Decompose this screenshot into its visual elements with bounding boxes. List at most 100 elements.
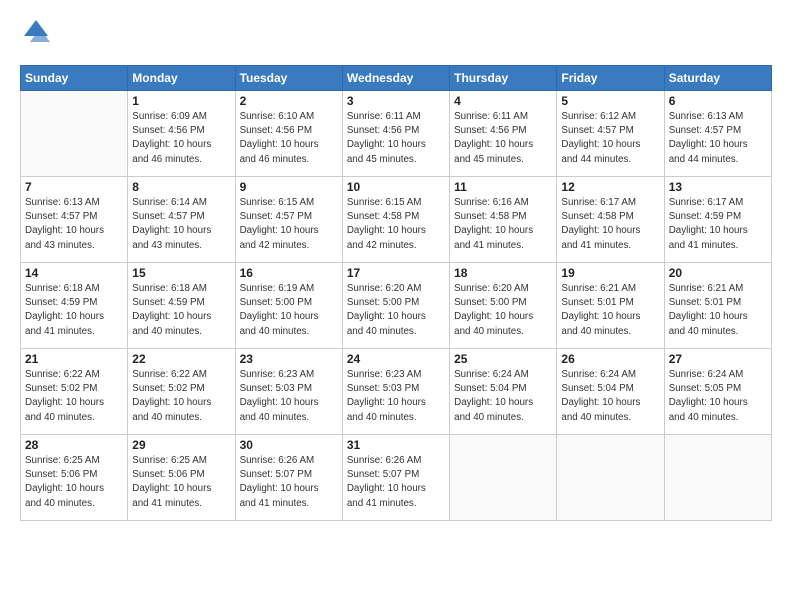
day-info: Sunrise: 6:13 AM Sunset: 4:57 PM Dayligh… bbox=[25, 196, 123, 253]
day-info: Sunrise: 6:23 AM Sunset: 5:03 PM Dayligh… bbox=[347, 368, 445, 425]
day-info: Sunrise: 6:24 AM Sunset: 5:04 PM Dayligh… bbox=[454, 368, 552, 425]
day-info: Sunrise: 6:25 AM Sunset: 5:06 PM Dayligh… bbox=[25, 454, 123, 511]
day-info: Sunrise: 6:11 AM Sunset: 4:56 PM Dayligh… bbox=[454, 110, 552, 167]
weekday-header-monday: Monday bbox=[128, 66, 235, 91]
day-number: 30 bbox=[240, 438, 338, 452]
day-number: 26 bbox=[561, 352, 659, 366]
calendar-cell: 13Sunrise: 6:17 AM Sunset: 4:59 PM Dayli… bbox=[664, 177, 771, 263]
day-info: Sunrise: 6:15 AM Sunset: 4:57 PM Dayligh… bbox=[240, 196, 338, 253]
day-number: 18 bbox=[454, 266, 552, 280]
day-info: Sunrise: 6:16 AM Sunset: 4:58 PM Dayligh… bbox=[454, 196, 552, 253]
calendar-cell: 26 Sunrise: 6:24 AM Sunset: 5:04 PM Dayli… bbox=[557, 349, 664, 435]
day-number: 29 bbox=[132, 438, 230, 452]
calendar-cell: 18 Sunrise: 6:20 AM Sunset: 5:00 PM Dayli… bbox=[450, 263, 557, 349]
day-info: Sunrise: 6:21 AM Sunset: 5:01 PM Dayligh… bbox=[561, 282, 659, 339]
day-info: Sunrise: 6:26 AM Sunset: 5:07 PM Dayligh… bbox=[347, 454, 445, 511]
calendar-cell: 29 Sunrise: 6:25 AM Sunset: 5:06 PM Dayli… bbox=[128, 435, 235, 521]
calendar-cell: 12 Sunrise: 6:17 AM Sunset: 4:58 PM Dayli… bbox=[557, 177, 664, 263]
week-row-2: 14 Sunrise: 6:18 AM Sunset: 4:59 PM Dayli… bbox=[21, 263, 772, 349]
day-info: Sunrise: 6:11 AM Sunset: 4:56 PM Dayligh… bbox=[347, 110, 445, 167]
day-number: 5 bbox=[561, 94, 659, 108]
day-info: Sunrise: 6:15 AM Sunset: 4:58 PM Dayligh… bbox=[347, 196, 445, 253]
day-number: 9 bbox=[240, 180, 338, 194]
day-info: Sunrise: 6:17 AM Sunset: 4:59 PM Dayligh… bbox=[669, 196, 767, 253]
day-info: Sunrise: 6:26 AM Sunset: 5:07 PM Dayligh… bbox=[240, 454, 338, 511]
week-row-3: 21Sunrise: 6:22 AM Sunset: 5:02 PM Dayli… bbox=[21, 349, 772, 435]
day-info: Sunrise: 6:21 AM Sunset: 5:01 PM Dayligh… bbox=[669, 282, 767, 339]
day-number: 28 bbox=[25, 438, 123, 452]
day-info: Sunrise: 6:12 AM Sunset: 4:57 PM Dayligh… bbox=[561, 110, 659, 167]
weekday-header-wednesday: Wednesday bbox=[342, 66, 449, 91]
calendar-cell: 9 Sunrise: 6:15 AM Sunset: 4:57 PM Daylig… bbox=[235, 177, 342, 263]
calendar-cell bbox=[664, 435, 771, 521]
day-number: 4 bbox=[454, 94, 552, 108]
calendar-cell: 24 Sunrise: 6:23 AM Sunset: 5:03 PM Dayli… bbox=[342, 349, 449, 435]
logo bbox=[20, 16, 54, 53]
week-row-0: 1 Sunrise: 6:09 AM Sunset: 4:56 PM Daylig… bbox=[21, 91, 772, 177]
calendar-cell: 6 Sunrise: 6:13 AM Sunset: 4:57 PM Daylig… bbox=[664, 91, 771, 177]
calendar-cell: 25 Sunrise: 6:24 AM Sunset: 5:04 PM Dayli… bbox=[450, 349, 557, 435]
calendar-cell: 31 Sunrise: 6:26 AM Sunset: 5:07 PM Dayli… bbox=[342, 435, 449, 521]
day-number: 2 bbox=[240, 94, 338, 108]
day-number: 14 bbox=[25, 266, 123, 280]
calendar-cell: 2 Sunrise: 6:10 AM Sunset: 4:56 PM Daylig… bbox=[235, 91, 342, 177]
day-number: 20 bbox=[669, 266, 767, 280]
calendar-cell: 4 Sunrise: 6:11 AM Sunset: 4:56 PM Daylig… bbox=[450, 91, 557, 177]
day-info: Sunrise: 6:24 AM Sunset: 5:04 PM Dayligh… bbox=[561, 368, 659, 425]
calendar-cell: 30 Sunrise: 6:26 AM Sunset: 5:07 PM Dayli… bbox=[235, 435, 342, 521]
calendar-cell: 17 Sunrise: 6:20 AM Sunset: 5:00 PM Dayli… bbox=[342, 263, 449, 349]
day-info: Sunrise: 6:22 AM Sunset: 5:02 PM Dayligh… bbox=[132, 368, 230, 425]
calendar-cell: 5 Sunrise: 6:12 AM Sunset: 4:57 PM Daylig… bbox=[557, 91, 664, 177]
day-number: 31 bbox=[347, 438, 445, 452]
calendar-cell: 10 Sunrise: 6:15 AM Sunset: 4:58 PM Dayli… bbox=[342, 177, 449, 263]
calendar-cell: 1 Sunrise: 6:09 AM Sunset: 4:56 PM Daylig… bbox=[128, 91, 235, 177]
calendar-cell: 27Sunrise: 6:24 AM Sunset: 5:05 PM Dayli… bbox=[664, 349, 771, 435]
day-info: Sunrise: 6:20 AM Sunset: 5:00 PM Dayligh… bbox=[454, 282, 552, 339]
day-number: 11 bbox=[454, 180, 552, 194]
day-number: 24 bbox=[347, 352, 445, 366]
day-info: Sunrise: 6:18 AM Sunset: 4:59 PM Dayligh… bbox=[132, 282, 230, 339]
day-number: 3 bbox=[347, 94, 445, 108]
day-info: Sunrise: 6:10 AM Sunset: 4:56 PM Dayligh… bbox=[240, 110, 338, 167]
calendar-table: SundayMondayTuesdayWednesdayThursdayFrid… bbox=[20, 65, 772, 521]
page-container: SundayMondayTuesdayWednesdayThursdayFrid… bbox=[0, 0, 792, 531]
weekday-header-tuesday: Tuesday bbox=[235, 66, 342, 91]
weekday-header-row: SundayMondayTuesdayWednesdayThursdayFrid… bbox=[21, 66, 772, 91]
day-info: Sunrise: 6:22 AM Sunset: 5:02 PM Dayligh… bbox=[25, 368, 123, 425]
day-info: Sunrise: 6:25 AM Sunset: 5:06 PM Dayligh… bbox=[132, 454, 230, 511]
calendar-cell: 20 Sunrise: 6:21 AM Sunset: 5:01 PM Dayli… bbox=[664, 263, 771, 349]
logo-icon bbox=[20, 16, 52, 53]
calendar-cell: 11 Sunrise: 6:16 AM Sunset: 4:58 PM Dayli… bbox=[450, 177, 557, 263]
day-number: 25 bbox=[454, 352, 552, 366]
calendar-cell: 8Sunrise: 6:14 AM Sunset: 4:57 PM Daylig… bbox=[128, 177, 235, 263]
week-row-4: 28 Sunrise: 6:25 AM Sunset: 5:06 PM Dayli… bbox=[21, 435, 772, 521]
day-info: Sunrise: 6:17 AM Sunset: 4:58 PM Dayligh… bbox=[561, 196, 659, 253]
day-number: 1 bbox=[132, 94, 230, 108]
day-number: 23 bbox=[240, 352, 338, 366]
calendar-cell bbox=[21, 91, 128, 177]
day-info: Sunrise: 6:13 AM Sunset: 4:57 PM Dayligh… bbox=[669, 110, 767, 167]
calendar-cell: 19Sunrise: 6:21 AM Sunset: 5:01 PM Dayli… bbox=[557, 263, 664, 349]
day-number: 22 bbox=[132, 352, 230, 366]
day-number: 10 bbox=[347, 180, 445, 194]
header bbox=[20, 16, 772, 53]
calendar-cell bbox=[450, 435, 557, 521]
day-number: 6 bbox=[669, 94, 767, 108]
day-number: 17 bbox=[347, 266, 445, 280]
weekday-header-sunday: Sunday bbox=[21, 66, 128, 91]
day-info: Sunrise: 6:20 AM Sunset: 5:00 PM Dayligh… bbox=[347, 282, 445, 339]
calendar-cell: 22 Sunrise: 6:22 AM Sunset: 5:02 PM Dayli… bbox=[128, 349, 235, 435]
weekday-header-thursday: Thursday bbox=[450, 66, 557, 91]
calendar-cell: 28 Sunrise: 6:25 AM Sunset: 5:06 PM Dayli… bbox=[21, 435, 128, 521]
day-info: Sunrise: 6:23 AM Sunset: 5:03 PM Dayligh… bbox=[240, 368, 338, 425]
day-info: Sunrise: 6:09 AM Sunset: 4:56 PM Dayligh… bbox=[132, 110, 230, 167]
day-number: 12 bbox=[561, 180, 659, 194]
day-number: 16 bbox=[240, 266, 338, 280]
day-info: Sunrise: 6:24 AM Sunset: 5:05 PM Dayligh… bbox=[669, 368, 767, 425]
day-info: Sunrise: 6:19 AM Sunset: 5:00 PM Dayligh… bbox=[240, 282, 338, 339]
day-number: 7 bbox=[25, 180, 123, 194]
calendar-cell: 15 Sunrise: 6:18 AM Sunset: 4:59 PM Dayli… bbox=[128, 263, 235, 349]
week-row-1: 7 Sunrise: 6:13 AM Sunset: 4:57 PM Daylig… bbox=[21, 177, 772, 263]
calendar-cell: 3 Sunrise: 6:11 AM Sunset: 4:56 PM Daylig… bbox=[342, 91, 449, 177]
day-number: 15 bbox=[132, 266, 230, 280]
